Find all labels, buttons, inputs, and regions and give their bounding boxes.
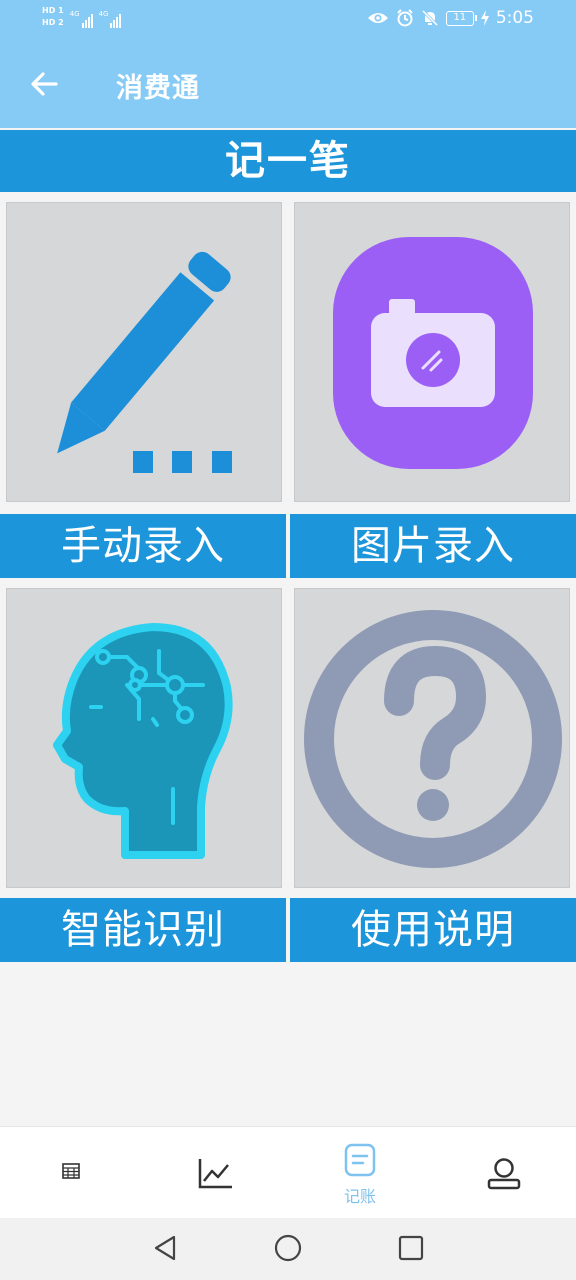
- system-nav-bar: [0, 1218, 576, 1280]
- net1-label: 4G: [69, 10, 80, 18]
- system-recents-icon[interactable]: [396, 1233, 426, 1263]
- clock-time: 5:05: [495, 8, 534, 28]
- bottom-nav: 记账: [0, 1126, 576, 1218]
- instructions-tile[interactable]: [294, 588, 570, 888]
- eye-icon: [367, 13, 388, 23]
- question-icon: [304, 610, 562, 868]
- calendar-icon: [62, 1163, 80, 1179]
- app-bar: 消费通: [0, 40, 576, 128]
- hd-badges: HD 1 HD 2: [42, 6, 64, 28]
- hd1-badge: HD 1: [42, 6, 64, 15]
- battery-icon: 11: [445, 10, 477, 26]
- note-icon: [344, 1143, 376, 1177]
- alarm-icon: [397, 9, 413, 27]
- system-home-icon[interactable]: [273, 1233, 303, 1263]
- smart-recognition-label[interactable]: 智能识别: [0, 898, 286, 962]
- nav-calendar[interactable]: [0, 1127, 144, 1219]
- section-title: 记一笔: [0, 130, 576, 192]
- signal-2-icon: 4G: [99, 10, 122, 28]
- instructions-label[interactable]: 使用说明: [290, 898, 576, 962]
- app-title: 消费通: [116, 73, 200, 104]
- net2-label: 4G: [98, 10, 109, 18]
- back-arrow-icon[interactable]: [28, 64, 68, 104]
- ai-head-icon: [53, 623, 233, 859]
- hd2-badge: HD 2: [42, 18, 64, 27]
- chart-icon: [198, 1159, 232, 1189]
- status-icons: 11 5:05: [367, 8, 534, 28]
- nav-bookkeeping[interactable]: 记账: [288, 1127, 432, 1219]
- mute-bell-icon: [421, 9, 438, 27]
- nav-bookkeeping-label: 记账: [343, 1187, 376, 1206]
- nav-statistics[interactable]: [144, 1127, 288, 1219]
- signal-1-icon: 4G: [70, 10, 93, 28]
- pencil-icon: [57, 251, 232, 473]
- charging-icon: [480, 10, 489, 26]
- smart-recognition-tile[interactable]: [6, 588, 282, 888]
- image-entry-label[interactable]: 图片录入: [290, 514, 576, 578]
- camera-icon: [333, 237, 533, 469]
- signal-group: HD 1 HD 2 4G 4G: [42, 6, 122, 28]
- manual-entry-label[interactable]: 手动录入: [0, 514, 286, 578]
- system-back-icon[interactable]: [150, 1233, 180, 1263]
- status-bar: HD 1 HD 2 4G 4G 11 5:05: [0, 0, 576, 40]
- nav-profile[interactable]: [432, 1127, 576, 1219]
- image-entry-tile[interactable]: [294, 202, 570, 502]
- manual-entry-tile[interactable]: [6, 202, 282, 502]
- user-icon: [487, 1158, 521, 1190]
